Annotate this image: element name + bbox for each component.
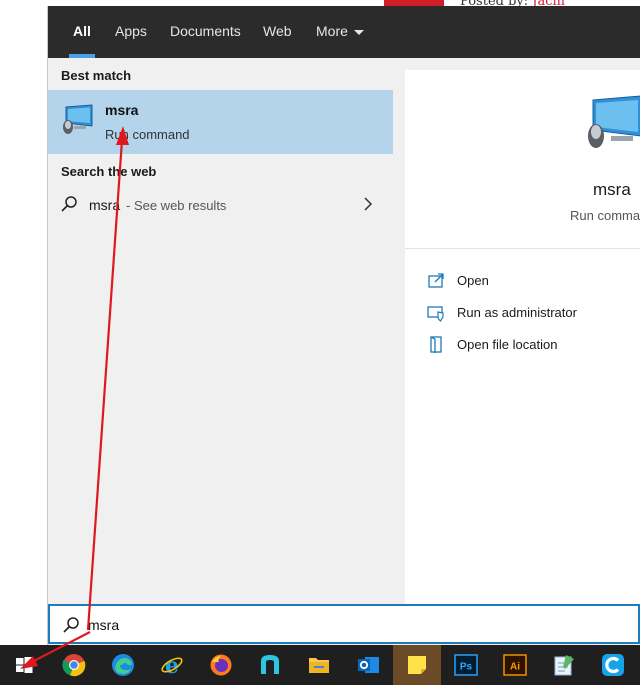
preview-divider xyxy=(405,248,640,249)
windows-logo-icon xyxy=(16,657,33,673)
start-search-panel: All Apps Documents Web More Best match m… xyxy=(47,6,640,646)
notepad-icon xyxy=(554,655,574,676)
sticky-notes-icon xyxy=(408,656,426,674)
search-web-header: Search the web xyxy=(61,164,157,179)
web-result-query: msra xyxy=(89,197,121,213)
nvim-taskbar-button[interactable] xyxy=(246,645,294,685)
tab-apps[interactable]: Apps xyxy=(115,6,147,58)
shield-icon xyxy=(427,306,444,322)
ccleaner-taskbar-button[interactable] xyxy=(589,645,637,685)
web-result-suffix: - See web results xyxy=(126,198,227,213)
ccleaner-icon xyxy=(602,654,624,676)
edge-icon xyxy=(112,654,134,676)
taskbar: e Ps Ai xyxy=(0,645,640,685)
monitor-mouse-icon xyxy=(63,104,93,134)
search-input[interactable]: msra xyxy=(48,604,640,644)
open-icon xyxy=(428,273,444,288)
firefox-taskbar-button[interactable] xyxy=(197,645,245,685)
illustrator-taskbar-button[interactable]: Ai xyxy=(491,645,539,685)
monitor-mouse-icon xyxy=(588,95,640,148)
svg-text:e: e xyxy=(165,653,179,677)
folder-icon xyxy=(309,658,329,673)
edge-taskbar-button[interactable] xyxy=(99,645,147,685)
open-file-location-label: Open file location xyxy=(457,337,558,352)
chrome-taskbar-button[interactable] xyxy=(50,645,98,685)
illustrator-label: Ai xyxy=(510,662,520,673)
file-location-icon xyxy=(430,336,442,353)
photoshop-taskbar-button[interactable]: Ps xyxy=(442,645,490,685)
tab-more[interactable]: More xyxy=(316,6,364,58)
start-button[interactable] xyxy=(0,645,48,685)
photoshop-icon: Ps xyxy=(454,654,478,676)
sticky-notes-taskbar-button[interactable] xyxy=(393,645,441,685)
search-icon xyxy=(61,196,77,212)
outlook-icon xyxy=(358,657,379,673)
file-explorer-taskbar-button[interactable] xyxy=(295,645,343,685)
results-list: Best match msra Run command Search the w… xyxy=(48,58,393,604)
run-as-admin-label: Run as administrator xyxy=(457,305,577,320)
best-match-title: msra xyxy=(105,102,139,118)
search-icon xyxy=(63,617,79,633)
best-match-msra[interactable]: msra Run command xyxy=(48,90,393,154)
chrome-icon xyxy=(62,654,86,677)
web-result-msra[interactable]: msra - See web results xyxy=(48,186,393,224)
notepad-taskbar-button[interactable] xyxy=(540,645,588,685)
best-match-header: Best match xyxy=(61,68,132,83)
best-match-subtitle: Run command xyxy=(105,127,190,142)
outlook-taskbar-button[interactable] xyxy=(344,645,392,685)
photoshop-label: Ps xyxy=(460,662,473,673)
preview-subtitle: Run command xyxy=(570,208,640,223)
tab-web[interactable]: Web xyxy=(263,6,292,58)
caret-down-icon xyxy=(353,29,364,35)
tab-more-label: More xyxy=(316,23,348,39)
search-tab-bar: All Apps Documents Web More xyxy=(48,6,640,58)
tab-documents[interactable]: Documents xyxy=(170,6,241,58)
preview-title: msra xyxy=(593,180,631,199)
nvim-icon xyxy=(261,655,279,674)
firefox-icon xyxy=(210,654,232,676)
illustrator-icon: Ai xyxy=(503,654,527,676)
search-input-value: msra xyxy=(88,617,120,633)
internet-explorer-taskbar-button[interactable]: e xyxy=(148,645,196,685)
tab-all[interactable]: All xyxy=(69,6,95,58)
chevron-right-icon xyxy=(364,197,373,211)
open-label: Open xyxy=(457,273,489,288)
internet-explorer-icon: e xyxy=(161,653,183,677)
preview-pane: msra Run command Open Run as administrat… xyxy=(405,70,640,604)
